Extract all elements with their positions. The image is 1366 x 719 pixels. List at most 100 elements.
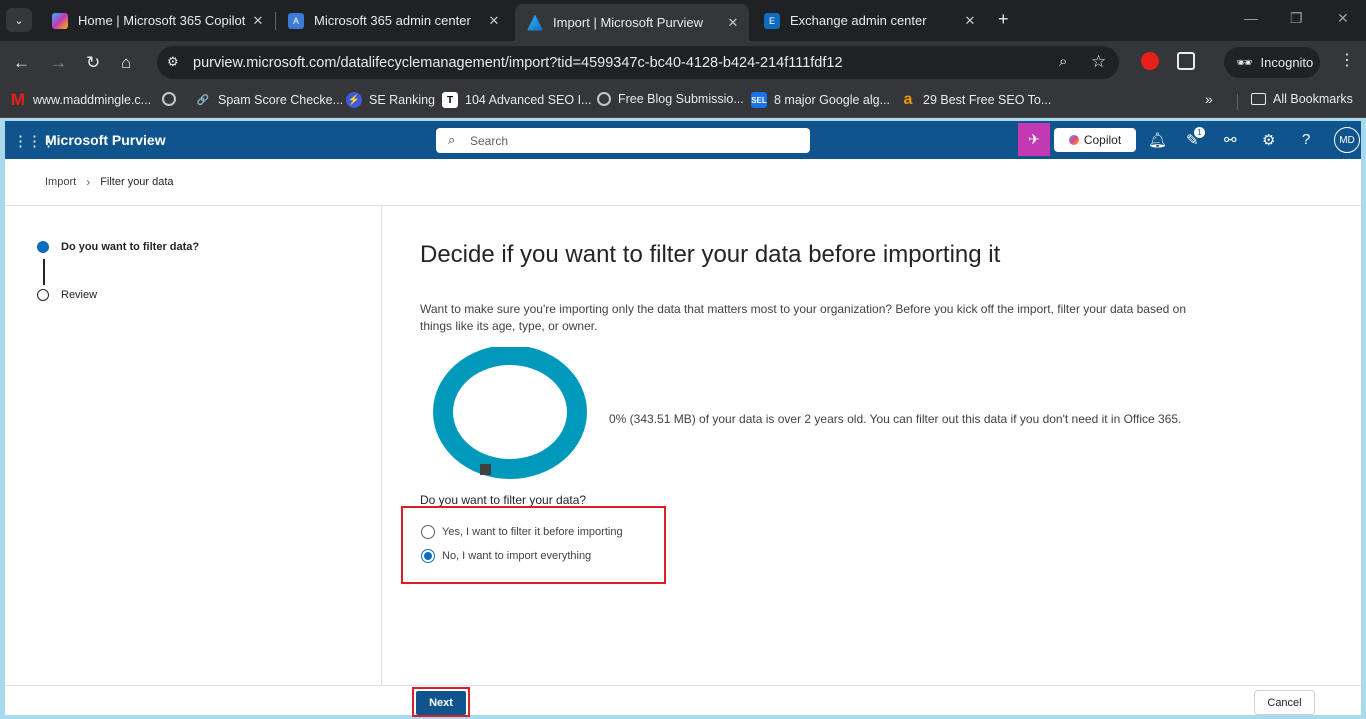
bookmark-item[interactable]: T 104 Advanced SEO I... (442, 92, 591, 108)
browser-toolbar: ← → ↻ ⌂ ⚙ purview.microsoft.com/datalife… (0, 41, 1366, 84)
all-bookmarks-label: All Bookmarks (1273, 92, 1353, 106)
radio-label[interactable]: Yes, I want to filter it before importin… (442, 526, 623, 538)
bookmarks-divider (1237, 94, 1238, 110)
breadcrumb-import[interactable]: Import (45, 176, 76, 188)
bookmarks-bar: M www.maddmingle.c... 🔗 Spam Score Check… (0, 84, 1366, 118)
copilot-label: Copilot (1083, 133, 1122, 147)
close-tab-icon[interactable]: ✕ (960, 13, 980, 29)
wizard-page: Import › Filter your data Do you want to… (5, 159, 1361, 717)
se-ranking-icon: ⚡ (346, 92, 362, 108)
page-title: Decide if you want to filter your data b… (420, 241, 1001, 268)
folder-icon (1251, 93, 1266, 105)
bookmark-star-icon[interactable]: ☆ (1091, 52, 1106, 72)
bookmark-item[interactable]: 🔗 Spam Score Checke... (195, 92, 343, 108)
bookmark-label: www.maddmingle.c... (33, 93, 152, 107)
extension-icon[interactable] (1141, 52, 1159, 70)
close-tab-icon[interactable]: ✕ (248, 13, 268, 29)
step-label: Review (61, 289, 98, 301)
donut-ring (433, 347, 587, 479)
cancel-button[interactable]: Cancel (1254, 690, 1315, 715)
radio-circle[interactable] (421, 549, 435, 563)
close-window-icon[interactable]: ✕ (1337, 10, 1349, 27)
minimize-icon[interactable]: — (1244, 10, 1258, 26)
t-site-icon: T (442, 92, 458, 108)
restore-icon[interactable]: ❐ (1290, 10, 1303, 27)
tab-search-icon[interactable]: ⌄ (6, 8, 32, 32)
avatar[interactable]: MD (1334, 127, 1360, 153)
a-icon: a (903, 91, 913, 108)
search-placeholder: Search (470, 134, 509, 148)
bookmark-label: 104 Advanced SEO I... (465, 93, 592, 107)
connections-icon[interactable]: ⚯ (1224, 131, 1237, 149)
close-tab-icon[interactable]: ✕ (484, 13, 504, 29)
gear-icon[interactable]: ⚙ (1262, 131, 1275, 149)
bookmark-label: Free Blog Submissio... (618, 92, 744, 106)
bookmark-item[interactable] (162, 92, 176, 106)
tab-title: Import | Microsoft Purview (553, 15, 704, 30)
globe-icon (162, 92, 176, 106)
bookmark-label: Spam Score Checke... (218, 93, 344, 107)
copilot-icon (52, 12, 68, 29)
link-icon: 🔗 (196, 94, 210, 106)
extensions-puzzle-icon[interactable] (1177, 52, 1195, 70)
help-icon[interactable]: ? (1302, 131, 1310, 148)
home-icon[interactable]: ⌂ (121, 53, 131, 73)
filter-question: Do you want to filter your data? (420, 493, 587, 507)
notification-badge: 1 (1194, 127, 1205, 138)
incognito-indicator[interactable]: 🕶 Incognito (1224, 47, 1320, 78)
admin-icon: A (288, 12, 304, 29)
zoom-icon[interactable]: ⌕ (1059, 53, 1067, 70)
radio-yes-filter[interactable]: Yes, I want to filter it before importin… (421, 525, 623, 539)
bookmark-item[interactable]: SEL 8 major Google alg... (751, 92, 890, 108)
data-age-stat: 0% (343.51 MB) of your data is over 2 ye… (609, 412, 1182, 426)
back-icon[interactable]: ← (13, 53, 30, 73)
search-icon: ⌕ (448, 132, 456, 147)
more-bookmarks-icon[interactable]: » (1205, 91, 1213, 107)
radio-circle[interactable] (421, 525, 435, 539)
browser-tab-strip: ⌄ Home | Microsoft 365 Copilot ✕ A Micro… (0, 0, 1366, 41)
copilot-button[interactable]: Copilot (1054, 128, 1136, 152)
url-text[interactable]: purview.microsoft.com/datalifecyclemanag… (193, 55, 843, 71)
forward-icon[interactable]: → (50, 53, 67, 73)
radio-no-import-everything[interactable]: No, I want to import everything (421, 549, 591, 563)
next-button[interactable]: Next (416, 691, 466, 715)
step-pending-dot (37, 289, 49, 301)
tab-title: Exchange admin center (790, 13, 927, 28)
bookmark-label: 8 major Google alg... (774, 93, 891, 107)
all-bookmarks[interactable]: All Bookmarks (1251, 92, 1353, 106)
tab-exchange[interactable]: E Exchange admin center ✕ (752, 6, 986, 35)
bookmark-item[interactable]: M www.maddmingle.c... (10, 90, 152, 109)
bookmark-item[interactable]: ⚡ SE Ranking (346, 92, 435, 108)
site-info-icon[interactable]: ⚙ (167, 54, 179, 70)
bell-icon[interactable]: 🔔︎ (1148, 131, 1167, 149)
browser-menu-icon[interactable]: ⋮ (1339, 50, 1355, 70)
sel-icon: SEL (751, 92, 767, 108)
tab-admin-center[interactable]: A Microsoft 365 admin center ✕ (276, 6, 510, 35)
globe-icon (597, 92, 611, 106)
new-tab-icon[interactable]: + (998, 9, 1009, 30)
breadcrumb: Import › Filter your data (45, 175, 174, 189)
app-name[interactable]: Microsoft Purview (45, 132, 166, 148)
purview-icon (527, 14, 543, 31)
gmail-m-icon: M (10, 90, 26, 109)
bookmark-item[interactable]: Free Blog Submissio... (597, 92, 744, 106)
footer-divider (5, 685, 1361, 686)
rocket-icon[interactable]: ✈ (1018, 123, 1050, 156)
close-tab-icon[interactable]: ✕ (723, 15, 743, 31)
bookmark-label: SE Ranking (369, 93, 436, 107)
bookmark-label: 29 Best Free SEO To... (923, 93, 1052, 107)
search-input[interactable]: ⌕ Search (436, 128, 810, 153)
tab-title: Microsoft 365 admin center (314, 13, 471, 28)
donut-marker (480, 464, 491, 475)
highlight-box (401, 506, 666, 584)
pane-divider (381, 206, 382, 685)
address-bar[interactable]: ⚙ purview.microsoft.com/datalifecycleman… (157, 46, 1119, 79)
reload-icon[interactable]: ↻ (86, 53, 100, 73)
page-description: Want to make sure you're importing only … (420, 302, 1187, 333)
radio-label[interactable]: No, I want to import everything (442, 550, 591, 562)
tab-purview[interactable]: Import | Microsoft Purview ✕ (515, 4, 749, 41)
bookmark-item[interactable]: a 29 Best Free SEO To... (900, 91, 1052, 108)
tab-copilot[interactable]: Home | Microsoft 365 Copilot ✕ (40, 6, 274, 35)
step-current-dot (37, 241, 49, 253)
breadcrumb-current: Filter your data (100, 176, 174, 188)
